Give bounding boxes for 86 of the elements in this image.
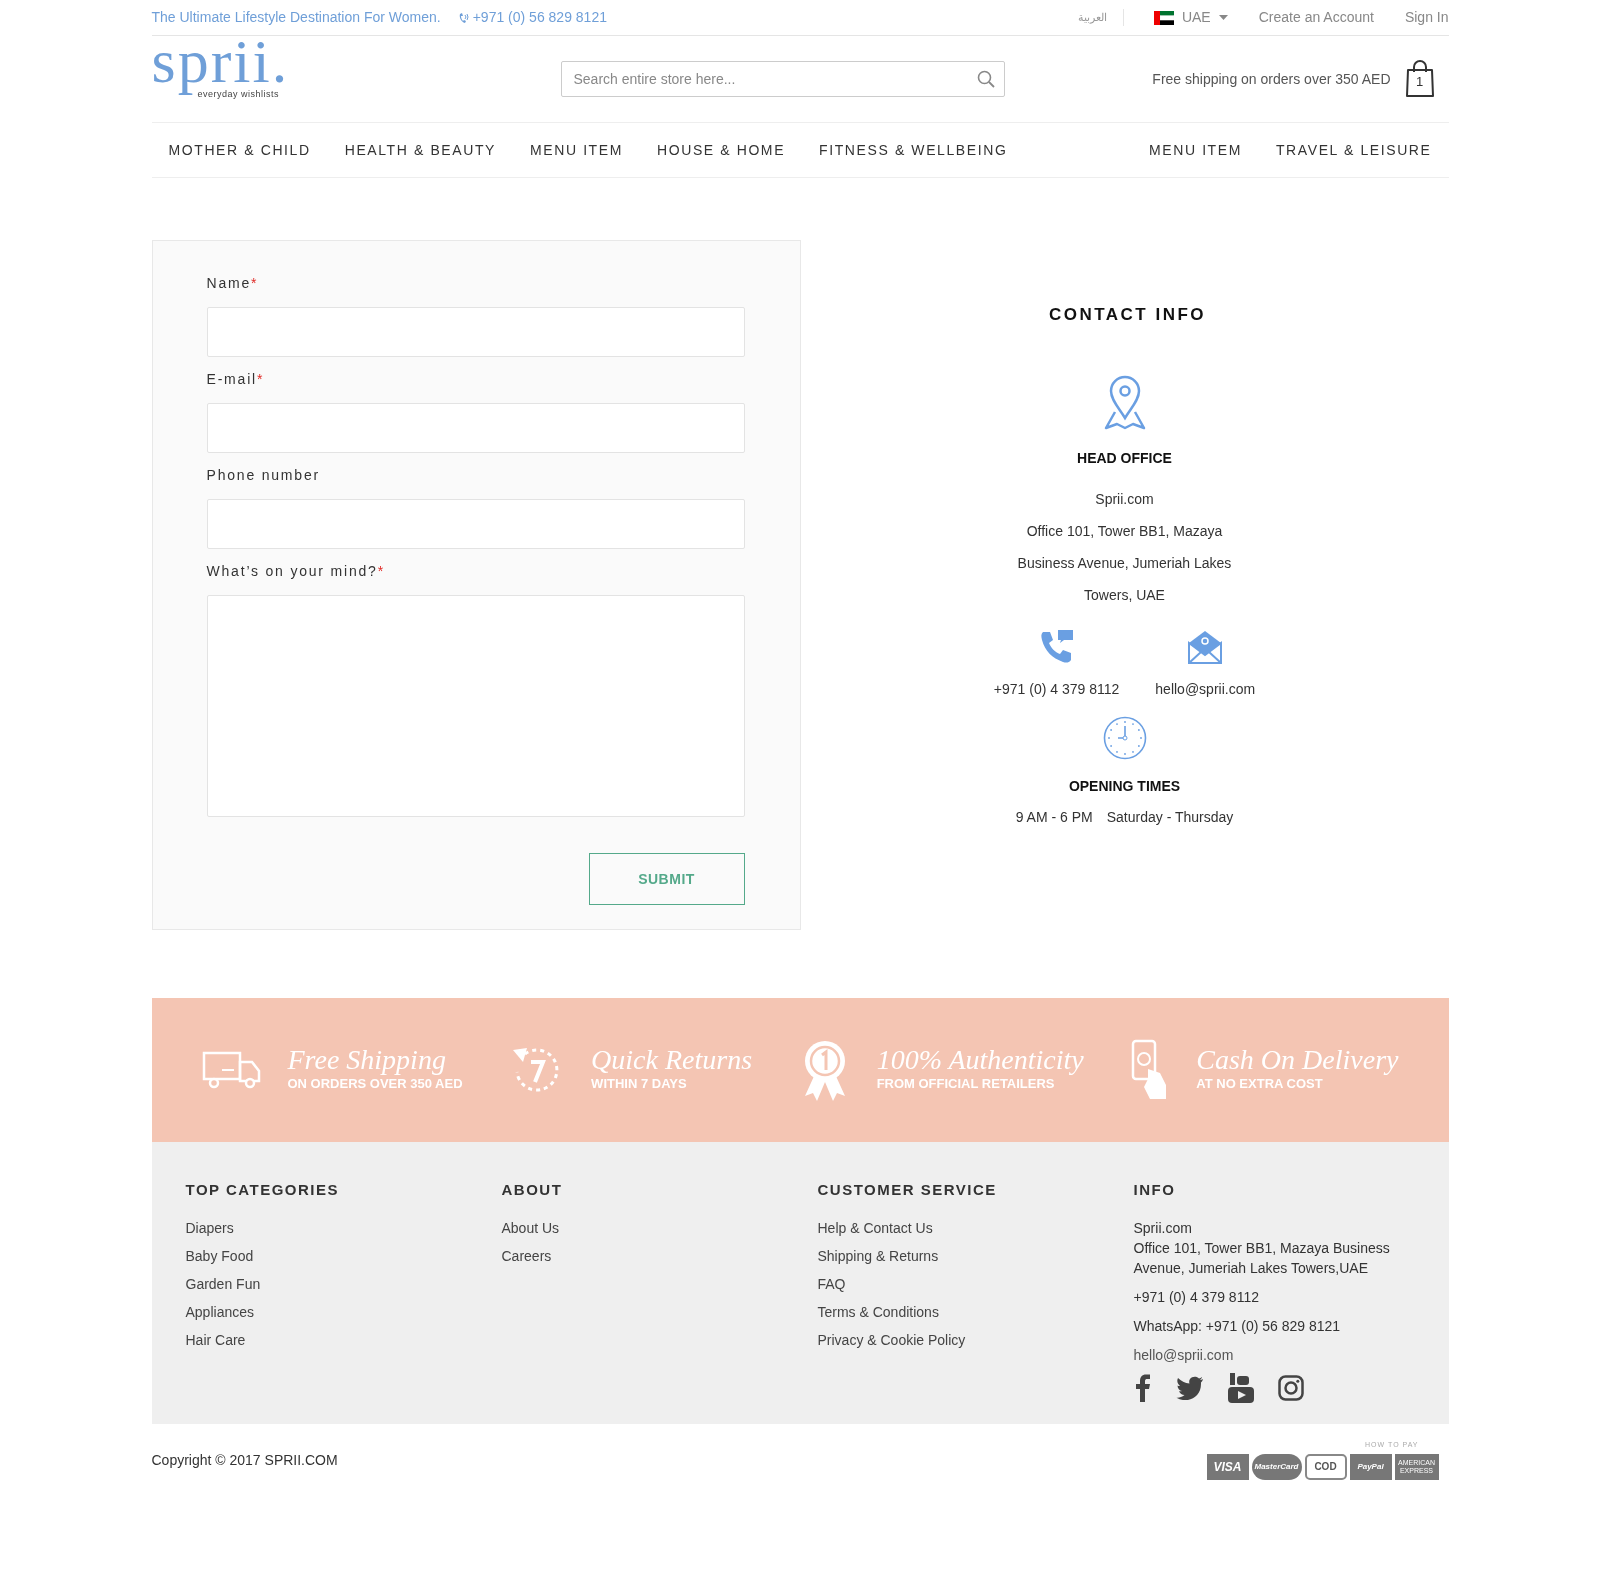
field-label: Name* [206,274,260,293]
cart-count: 1 [1414,75,1425,89]
footer-link[interactable]: Appliances [185,1297,502,1326]
address-line: Office 101, Tower BB1, Mazaya [1026,521,1223,541]
account-link[interactable]: Sign In [1404,7,1449,28]
section-title: CONTACT INFO [1048,304,1207,326]
country-selector[interactable]: UAE [1153,7,1228,28]
email-link[interactable]: hello@sprii.com [1133,1344,1415,1365]
payment-badge: MasterCard [1251,1454,1302,1481]
feature-title: Free Shipping [287,1046,447,1075]
nav-item[interactable]: MOTHER & CHILD [151,139,328,161]
phone-icon [458,11,469,24]
footer-link[interactable]: FAQ [817,1269,1134,1298]
video-play-link[interactable] [1227,1372,1254,1403]
address-text: Office 101, Tower BB1, Mazaya Business Avenue, Jumeriah Lakes Towers,UAE [1133,1238,1391,1278]
payment-badge: COD [1304,1454,1347,1481]
nav-item[interactable]: HEALTH & BEAUTY [327,139,513,161]
info-text: +971 (0) 4 379 8112 [1133,1287,1260,1307]
account-link[interactable]: Create an Account [1258,7,1374,28]
location-pin-icon [1102,373,1147,430]
hours-text: 9 AM - 6 PM [1015,807,1093,827]
phone-icon [1038,628,1075,665]
bird-icon [1175,1375,1204,1400]
nav-item[interactable]: MENU ITEM [1132,139,1259,161]
address-line: Sprii.com [1095,489,1154,509]
address-line: Business Avenue, Jumeriah Lakes [1017,553,1232,573]
tagline: The Ultimate Lifestyle Destination For Women. [151,8,441,27]
feature-subtitle: AT NO EXTRA COST [1196,1075,1324,1094]
facebook-icon [1133,1373,1152,1402]
office-title: HEAD OFFICE [1077,448,1172,468]
footer-link[interactable]: Help & Contact Us [817,1213,1134,1242]
footer-link[interactable]: Careers [501,1241,818,1270]
info-text: WhatsApp: +971 (0) 56 829 8121 [1133,1316,1342,1336]
input-field[interactable] [206,499,745,549]
feature-subtitle: ON ORDERS OVER 350 AED [287,1075,463,1094]
facebook-link[interactable] [1133,1373,1152,1402]
footer-link[interactable]: Baby Food [185,1241,502,1270]
footer-link[interactable]: Hair Care [185,1325,502,1354]
hours-title: OPENING TIMES [1068,776,1181,796]
truck-icon [201,1050,262,1090]
input-field[interactable] [206,307,745,357]
nav-item[interactable]: TRAVEL & LEISURE [1258,139,1449,161]
message-field[interactable] [206,595,745,817]
caret-icon [1218,15,1228,20]
info-text: Sprii.com [1133,1218,1193,1238]
shipping-note: Free shipping on orders over 350 AED [1152,69,1391,89]
nav-item[interactable]: HOUSE & HOME [639,139,803,161]
video-play-icon [1227,1372,1254,1403]
footer-link[interactable]: Garden Fun [185,1269,502,1298]
nav-item[interactable]: MENU ITEM [513,139,640,161]
search-icon [976,70,995,88]
field-label: What’s on your mind?* [206,562,386,581]
feature-subtitle: WITHIN 7 DAYS [591,1075,688,1094]
feature-title: Cash On Delivery [1196,1046,1399,1075]
phone-text: +971 (0) 4 379 8112 [993,679,1120,699]
feature-title: Quick Returns [591,1046,753,1075]
days-text: Saturday - Thursday [1106,807,1234,827]
footer-link[interactable]: Diapers [185,1213,502,1242]
footer-link[interactable]: Terms & Conditions [817,1297,1134,1326]
camera-link[interactable] [1277,1374,1304,1401]
footer-link[interactable]: About Us [501,1213,818,1242]
nav-item[interactable]: FITNESS & WELLBEING [802,139,1025,161]
footer-heading: INFO [1133,1180,1177,1200]
bag-icon [1404,60,1435,98]
cart-button[interactable]: 1 [1404,60,1435,98]
copyright-text: Copyright © 2017 SPRII.COM [151,1450,338,1470]
feature-title: 100% Authenticity [876,1046,1084,1075]
footer-link[interactable]: Privacy & Cookie Policy [817,1325,1134,1354]
field-label: E-mail* [206,370,266,389]
camera-icon [1277,1374,1304,1401]
payment-badge: VISA [1206,1454,1249,1481]
flag-icon [1153,10,1174,25]
footer-heading: CUSTOMER SERVICE [817,1180,998,1200]
email-link[interactable]: hello@sprii.com [1155,678,1256,700]
footer-heading: TOP CATEGORIES [185,1180,341,1200]
field-label: Phone number [206,466,321,485]
input-field[interactable] [206,403,745,453]
envelope-icon [1187,628,1224,665]
clock-icon [1102,715,1147,760]
bird-link[interactable] [1175,1375,1204,1400]
feature-subtitle: FROM OFFICIAL RETAILERS [876,1075,1056,1094]
address-line: Towers, UAE [1084,585,1165,605]
search-field[interactable]: Search entire store here... [560,61,1005,97]
footer-heading: ABOUT [501,1180,564,1200]
payment-badge: PayPal [1349,1454,1392,1481]
footer-link[interactable]: Shipping & Returns [817,1241,1134,1270]
